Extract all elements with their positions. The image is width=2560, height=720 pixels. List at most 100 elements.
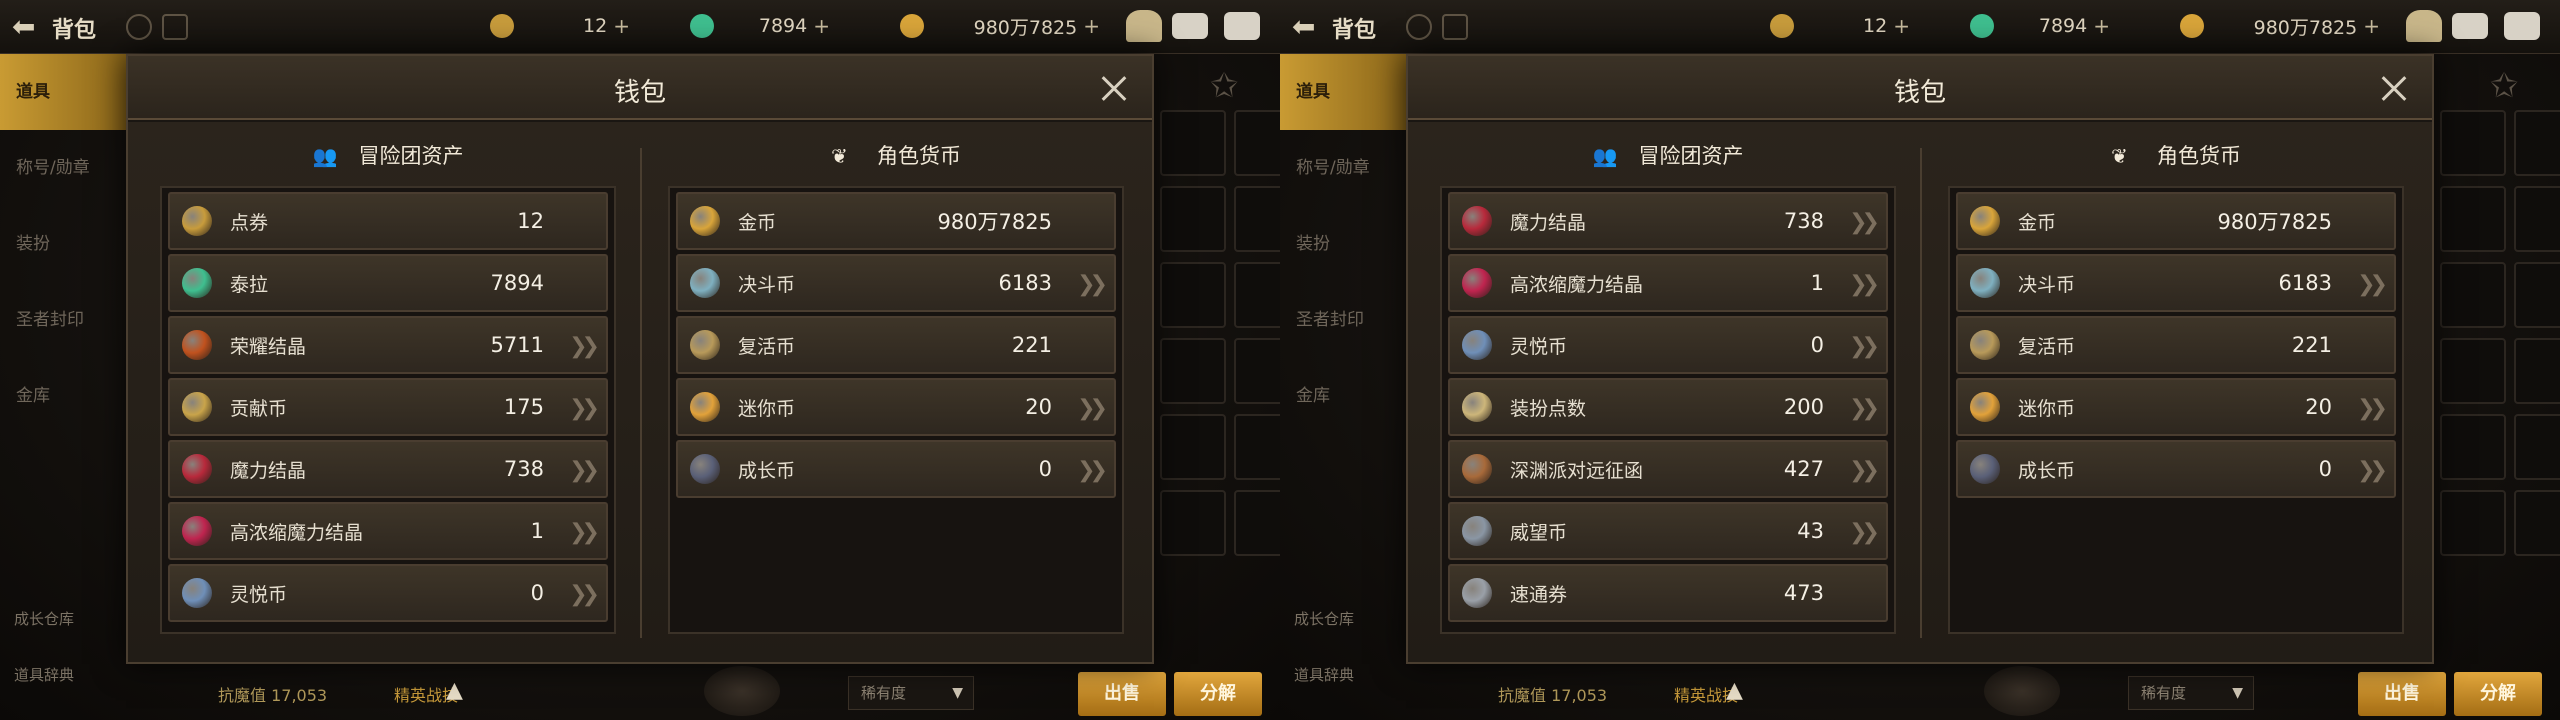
back-arrow-icon[interactable]: ⬅ bbox=[12, 10, 46, 44]
double-chevron-right-icon[interactable]: ❯❯ bbox=[2357, 458, 2388, 483]
inventory-slot[interactable] bbox=[2440, 186, 2506, 252]
eye-icon[interactable] bbox=[1406, 14, 1432, 40]
inventory-slot[interactable] bbox=[2514, 110, 2560, 176]
left-menu-item[interactable]: 道具 bbox=[1280, 54, 1408, 130]
currency-list[interactable]: 魔力结晶 738 ❯❯ 高浓缩魔力结晶 1 ❯❯ 灵悦币 0 ❯❯ 装扮点数 2… bbox=[1440, 186, 1896, 634]
chevron-up-icon[interactable]: ▲ bbox=[446, 678, 463, 703]
double-chevron-right-icon[interactable]: ❯❯ bbox=[1849, 396, 1880, 421]
currency-list[interactable]: 金币 980万7825 决斗币 6183 ❯❯ 复活币 221 迷你币 20 ❯… bbox=[1948, 186, 2404, 634]
currency-row[interactable]: 迷你币 20 ❯❯ bbox=[1956, 378, 2396, 436]
currency-row[interactable]: 速通券 473 bbox=[1448, 564, 1888, 622]
inventory-slot[interactable] bbox=[1160, 414, 1226, 480]
mail-icon[interactable] bbox=[1172, 13, 1208, 39]
currency-row[interactable]: 复活币 221 bbox=[1956, 316, 2396, 374]
inventory-slot[interactable] bbox=[1234, 490, 1280, 556]
decompose-button[interactable]: 分解 bbox=[1174, 672, 1262, 716]
inventory-slot[interactable] bbox=[2514, 338, 2560, 404]
close-icon[interactable] bbox=[1094, 68, 1134, 108]
double-chevron-right-icon[interactable]: ❯❯ bbox=[569, 458, 600, 483]
double-chevron-right-icon[interactable]: ❯❯ bbox=[1849, 272, 1880, 297]
currency-row[interactable]: 成长币 0 ❯❯ bbox=[676, 440, 1116, 498]
inventory-slot[interactable] bbox=[1234, 414, 1280, 480]
inventory-slot[interactable] bbox=[2514, 414, 2560, 480]
inventory-slot[interactable] bbox=[2514, 490, 2560, 556]
add-icon[interactable]: + bbox=[2363, 14, 2380, 38]
currency-row[interactable]: 灵悦币 0 ❯❯ bbox=[1448, 316, 1888, 374]
sell-button[interactable]: 出售 bbox=[1078, 672, 1166, 716]
currency-row[interactable]: 魔力结晶 738 ❯❯ bbox=[1448, 192, 1888, 250]
double-chevron-right-icon[interactable]: ❯❯ bbox=[569, 520, 600, 545]
currency-row[interactable]: 贡献币 175 ❯❯ bbox=[168, 378, 608, 436]
currency-row[interactable]: 成长币 0 ❯❯ bbox=[1956, 440, 2396, 498]
inventory-slot[interactable] bbox=[1160, 186, 1226, 252]
double-chevron-right-icon[interactable]: ❯❯ bbox=[1849, 334, 1880, 359]
inventory-slot[interactable] bbox=[1234, 110, 1280, 176]
inventory-slot[interactable] bbox=[1234, 262, 1280, 328]
inventory-slot[interactable] bbox=[2440, 490, 2506, 556]
emblem-icon[interactable] bbox=[704, 666, 780, 716]
eye-icon[interactable] bbox=[126, 14, 152, 40]
currency-row[interactable]: 泰拉 7894 bbox=[168, 254, 608, 312]
close-icon[interactable] bbox=[2374, 68, 2414, 108]
double-chevron-right-icon[interactable]: ❯❯ bbox=[569, 582, 600, 607]
inventory-slot[interactable] bbox=[1160, 338, 1226, 404]
mail-icon[interactable] bbox=[2452, 13, 2488, 39]
currency-row[interactable]: 深渊派对远征函 427 ❯❯ bbox=[1448, 440, 1888, 498]
chat-icon[interactable] bbox=[2504, 12, 2540, 40]
left-menu-item[interactable]: 圣者封印 bbox=[1280, 282, 1408, 358]
back-arrow-icon[interactable]: ⬅ bbox=[1292, 10, 1326, 44]
currency-row[interactable]: 高浓缩魔力结晶 1 ❯❯ bbox=[168, 502, 608, 560]
currency-list[interactable]: 点券 12 泰拉 7894 荣耀结晶 5711 ❯❯ 贡献币 175 ❯❯ 魔力… bbox=[160, 186, 616, 634]
currency-row[interactable]: 金币 980万7825 bbox=[1956, 192, 2396, 250]
inventory-slot[interactable] bbox=[1234, 186, 1280, 252]
emblem-icon[interactable] bbox=[1984, 666, 2060, 716]
currency-row[interactable]: 威望币 43 ❯❯ bbox=[1448, 502, 1888, 560]
left-menu-item[interactable]: 圣者封印 bbox=[0, 282, 128, 358]
inventory-slot[interactable] bbox=[2440, 338, 2506, 404]
book-icon[interactable] bbox=[162, 14, 188, 40]
pouch-icon[interactable] bbox=[2406, 10, 2442, 42]
left-menu-item[interactable]: 装扮 bbox=[0, 206, 128, 282]
inventory-slot[interactable] bbox=[2440, 110, 2506, 176]
currency-row[interactable]: 迷你币 20 ❯❯ bbox=[676, 378, 1116, 436]
add-icon[interactable]: + bbox=[1893, 14, 1910, 38]
rarity-dropdown[interactable]: 稀有度 bbox=[2128, 676, 2254, 710]
currency-row[interactable]: 金币 980万7825 bbox=[676, 192, 1116, 250]
rarity-dropdown[interactable]: 稀有度 bbox=[848, 676, 974, 710]
double-chevron-right-icon[interactable]: ❯❯ bbox=[1077, 272, 1108, 297]
double-chevron-right-icon[interactable]: ❯❯ bbox=[1077, 396, 1108, 421]
currency-row[interactable]: 点券 12 bbox=[168, 192, 608, 250]
add-icon[interactable]: + bbox=[613, 14, 630, 38]
inventory-slot[interactable] bbox=[1160, 490, 1226, 556]
double-chevron-right-icon[interactable]: ❯❯ bbox=[569, 334, 600, 359]
left-menu-item[interactable]: 金库 bbox=[1280, 358, 1408, 434]
double-chevron-right-icon[interactable]: ❯❯ bbox=[2357, 272, 2388, 297]
inventory-slot[interactable] bbox=[2440, 414, 2506, 480]
sell-button[interactable]: 出售 bbox=[2358, 672, 2446, 716]
currency-row[interactable]: 装扮点数 200 ❯❯ bbox=[1448, 378, 1888, 436]
left-menu-item[interactable]: 装扮 bbox=[1280, 206, 1408, 282]
currency-row[interactable]: 灵悦币 0 ❯❯ bbox=[168, 564, 608, 622]
currency-list[interactable]: 金币 980万7825 决斗币 6183 ❯❯ 复活币 221 迷你币 20 ❯… bbox=[668, 186, 1124, 634]
left-bottom-item[interactable]: 成长仓库 bbox=[1294, 608, 1354, 629]
inventory-slot[interactable] bbox=[2514, 262, 2560, 328]
left-menu-item[interactable]: 道具 bbox=[0, 54, 128, 130]
inventory-slot[interactable] bbox=[1160, 262, 1226, 328]
add-icon[interactable]: + bbox=[2093, 14, 2110, 38]
pouch-icon[interactable] bbox=[1126, 10, 1162, 42]
currency-row[interactable]: 魔力结晶 738 ❯❯ bbox=[168, 440, 608, 498]
currency-row[interactable]: 高浓缩魔力结晶 1 ❯❯ bbox=[1448, 254, 1888, 312]
left-bottom-item[interactable]: 成长仓库 bbox=[14, 608, 74, 629]
left-menu-item[interactable]: 金库 bbox=[0, 358, 128, 434]
decompose-button[interactable]: 分解 bbox=[2454, 672, 2542, 716]
add-icon[interactable]: + bbox=[1083, 14, 1100, 38]
inventory-slot[interactable] bbox=[1234, 338, 1280, 404]
double-chevron-right-icon[interactable]: ❯❯ bbox=[1849, 458, 1880, 483]
left-menu-item[interactable]: 称号/勋章 bbox=[1280, 130, 1408, 206]
double-chevron-right-icon[interactable]: ❯❯ bbox=[2357, 396, 2388, 421]
inventory-slot[interactable] bbox=[1160, 110, 1226, 176]
currency-row[interactable]: 决斗币 6183 ❯❯ bbox=[1956, 254, 2396, 312]
double-chevron-right-icon[interactable]: ❯❯ bbox=[1849, 520, 1880, 545]
currency-row[interactable]: 决斗币 6183 ❯❯ bbox=[676, 254, 1116, 312]
chevron-up-icon[interactable]: ▲ bbox=[1726, 678, 1743, 703]
